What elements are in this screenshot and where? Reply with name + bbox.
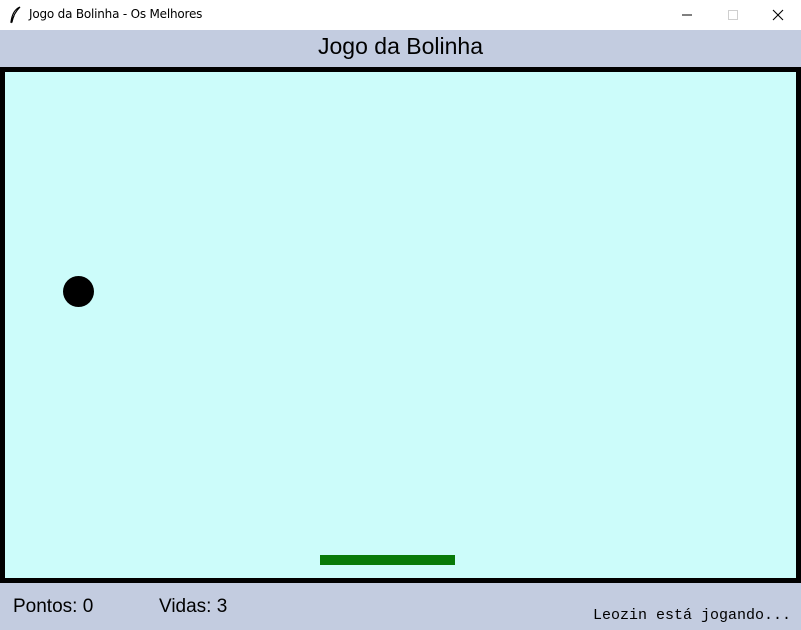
minimize-button[interactable] <box>664 0 710 30</box>
maximize-button[interactable] <box>710 0 756 30</box>
close-icon <box>772 9 784 21</box>
paddle[interactable] <box>320 555 455 565</box>
title-bar[interactable]: Jogo da Bolinha - Os Melhores <box>0 0 801 30</box>
ball <box>63 276 94 307</box>
lives-label: Vidas: 3 <box>159 596 228 617</box>
score-label: Pontos: 0 <box>13 596 94 617</box>
game-canvas[interactable] <box>0 67 801 583</box>
feather-icon <box>9 6 23 24</box>
player-status: Leozin está jogando... <box>592 607 791 624</box>
minimize-icon <box>682 14 692 16</box>
maximize-icon <box>728 10 738 20</box>
game-window: Jogo da Bolinha - Os Melhores Jogo da Bo… <box>0 0 801 630</box>
close-button[interactable] <box>755 0 801 30</box>
game-title: Jogo da Bolinha <box>318 33 483 59</box>
window-title: Jogo da Bolinha - Os Melhores <box>29 7 203 21</box>
